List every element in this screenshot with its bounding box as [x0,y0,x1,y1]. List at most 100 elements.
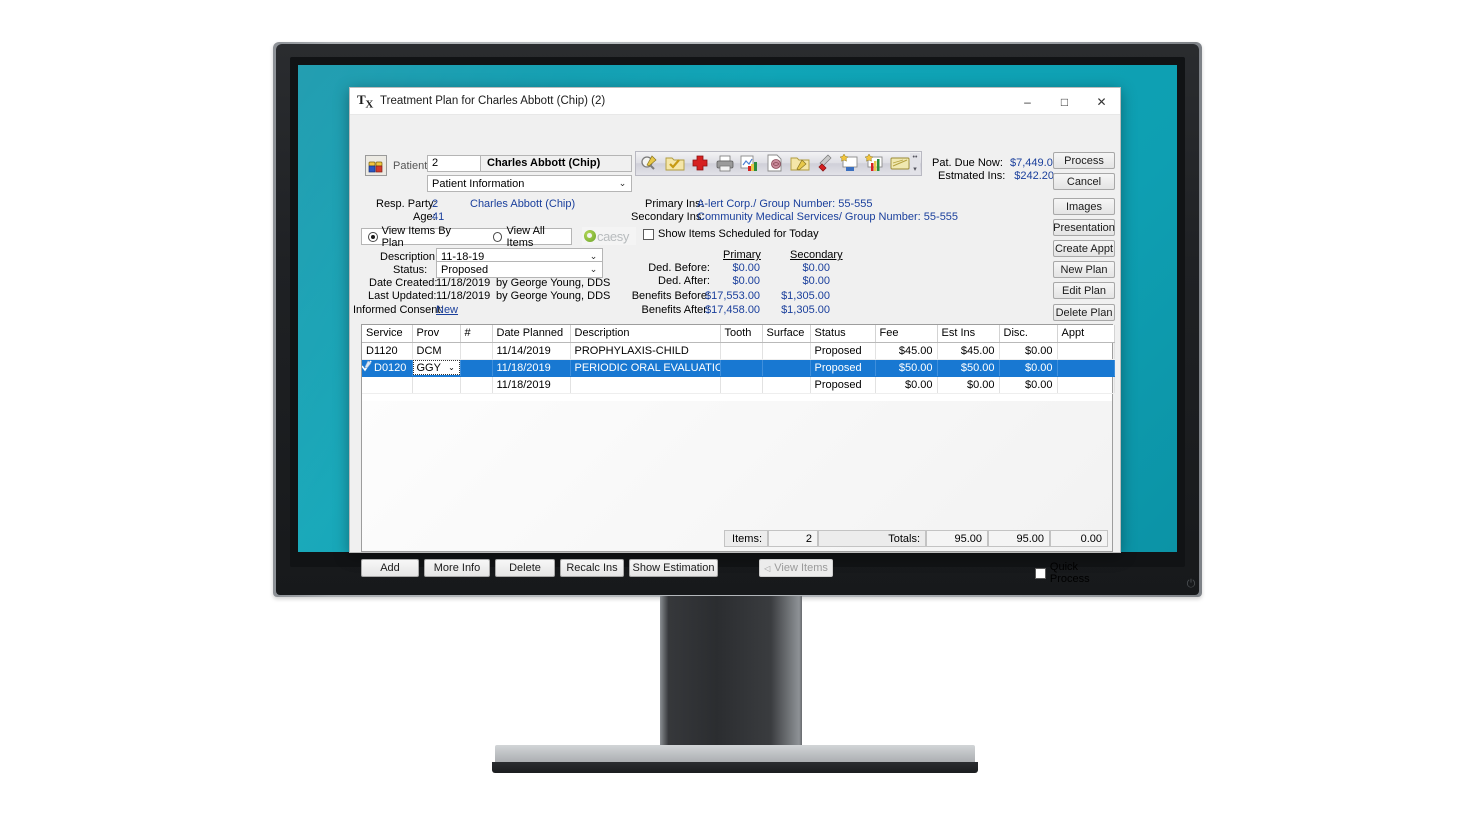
patient-label: Patient: [393,160,431,172]
add-button[interactable]: Add [361,559,419,577]
show-items-scheduled-today-checkbox[interactable]: Show Items Scheduled for Today [643,228,819,240]
power-button-icon[interactable]: ⏻ [1185,578,1197,590]
informed-consent-new-link[interactable]: New [436,304,458,316]
cell-fee[interactable]: $0.00 [875,376,938,394]
cell-disc[interactable]: $0.00 [999,359,1058,377]
table-row[interactable]: D1120 DCM 11/14/2019 PROPHYLAXIS-CHILD P… [362,342,1115,360]
cell-surface[interactable] [762,376,811,394]
checkbox-box-icon[interactable] [643,228,654,240]
presentation-button[interactable]: Presentation [1053,219,1115,236]
table-row[interactable]: D0120 GGY ⌄ 11/18/2019 PERIODIC ORAL EVA… [362,359,1115,377]
cancel-button[interactable]: Cancel [1053,173,1115,190]
cell-prov[interactable]: DCM [412,342,461,360]
cell-tooth[interactable] [720,342,763,360]
red-cross-icon[interactable] [689,153,713,174]
cell-status[interactable]: Proposed [810,376,876,394]
cell-date-planned[interactable]: 11/18/2019 [492,359,571,377]
cell-est-ins[interactable]: $45.00 [937,342,1000,360]
cell-est-ins[interactable]: $50.00 [937,359,1000,377]
col-surface[interactable]: Surface [762,325,811,343]
red-tool-icon[interactable] [814,153,838,174]
caesy-logo[interactable]: caesy [582,227,636,245]
status-combo[interactable]: Proposed ⌄ [436,261,603,278]
cell-description[interactable]: PROPHYLAXIS-CHILD [570,342,721,360]
chevron-down-icon[interactable]: ⌄ [585,262,602,277]
edit-plan-button[interactable]: Edit Plan [1053,282,1115,299]
folder-check-icon[interactable] [664,153,688,174]
radio-view-items-by-plan[interactable] [368,231,378,242]
radio-view-all-items[interactable] [492,231,503,242]
process-button[interactable]: Process [1053,152,1115,169]
treatment-items-grid[interactable]: Service Prov # Date Planned Description … [361,324,1115,552]
cell-prov[interactable] [412,376,461,394]
cell-number[interactable] [460,342,493,360]
cell-number[interactable] [460,359,493,377]
cell-disc[interactable]: $0.00 [999,342,1058,360]
recalc-ins-button[interactable]: Recalc Ins [560,559,624,577]
cell-date-planned[interactable]: 11/18/2019 [492,376,571,394]
cell-status[interactable]: Proposed [810,342,876,360]
cell-service[interactable]: D0120 [362,359,413,377]
view-all-items-label[interactable]: View All Items [506,225,571,249]
col-date-planned[interactable]: Date Planned [492,325,571,343]
create-appt-button[interactable]: Create Appt [1053,240,1115,257]
maximize-button[interactable]: □ [1046,88,1083,115]
magnifier-pencil-icon[interactable] [639,153,663,174]
view-items-by-plan-label[interactable]: View Items By Plan [382,225,471,249]
screen-chart-star-icon[interactable] [864,153,888,174]
chevron-down-icon[interactable]: ⌄ [445,363,459,372]
cell-service[interactable] [362,376,413,394]
cell-disc[interactable]: $0.00 [999,376,1058,394]
close-button[interactable]: ✕ [1083,88,1120,115]
col-disc[interactable]: Disc. [999,325,1058,343]
patient-information-combo[interactable]: Patient Information ⌄ [427,175,632,192]
delete-button[interactable]: Delete [495,559,555,577]
document-brain-icon[interactable] [764,153,788,174]
col-tooth[interactable]: Tooth [720,325,763,343]
cell-fee[interactable]: $45.00 [875,342,938,360]
cell-est-ins[interactable]: $0.00 [937,376,1000,394]
cell-prov[interactable]: GGY ⌄ [412,359,461,377]
cell-appt[interactable] [1057,376,1115,394]
cell-status[interactable]: Proposed [810,359,876,377]
patient-people-icon[interactable] [365,155,387,176]
cell-appt[interactable] [1057,342,1115,360]
cell-surface[interactable] [762,342,811,360]
cell-description[interactable]: PERIODIC ORAL EVALUATION [570,359,721,377]
printer-icon[interactable] [714,153,738,174]
col-service[interactable]: Service [362,325,413,343]
folder-pencil-icon[interactable] [789,153,813,174]
cell-service[interactable]: D1120 [362,342,413,360]
chevron-down-icon[interactable]: ⌄ [614,176,631,191]
new-plan-button[interactable]: New Plan [1053,261,1115,278]
more-info-button[interactable]: More Info [424,559,490,577]
cell-fee[interactable]: $50.00 [875,359,938,377]
chart-people-icon[interactable] [739,153,763,174]
quick-process-checkbox[interactable]: Quick Process [1035,561,1120,585]
cell-tooth[interactable] [720,376,763,394]
cell-number[interactable] [460,376,493,394]
col-number[interactable]: # [460,325,493,343]
toolbar-overflow-handle[interactable]: •• ▾ [910,153,920,174]
cell-surface[interactable] [762,359,811,377]
images-button[interactable]: Images [1053,198,1115,215]
col-description[interactable]: Description [570,325,721,343]
show-estimation-button[interactable]: Show Estimation [629,559,718,577]
table-row[interactable]: 11/18/2019 Proposed $0.00 $0.00 $0.00 [362,376,1115,394]
cell-date-planned[interactable]: 11/14/2019 [492,342,571,360]
col-est-ins[interactable]: Est Ins [937,325,1000,343]
col-status[interactable]: Status [810,325,876,343]
dialog-titlebar[interactable]: TX Treatment Plan for Charles Abbott (Ch… [350,88,1120,115]
checkbox-box-icon[interactable] [1035,567,1046,579]
patient-number-field[interactable]: 2 [427,155,481,172]
cell-appt[interactable] [1057,359,1115,377]
age-value: 41 [432,211,445,223]
col-prov[interactable]: Prov [412,325,461,343]
minimize-button[interactable]: – [1009,88,1046,115]
cell-description[interactable] [570,376,721,394]
screen-star-icon[interactable] [839,153,863,174]
col-appt[interactable]: Appt [1057,325,1115,343]
delete-plan-button[interactable]: Delete Plan [1053,304,1115,321]
col-fee[interactable]: Fee [875,325,938,343]
cell-tooth[interactable] [720,359,763,377]
